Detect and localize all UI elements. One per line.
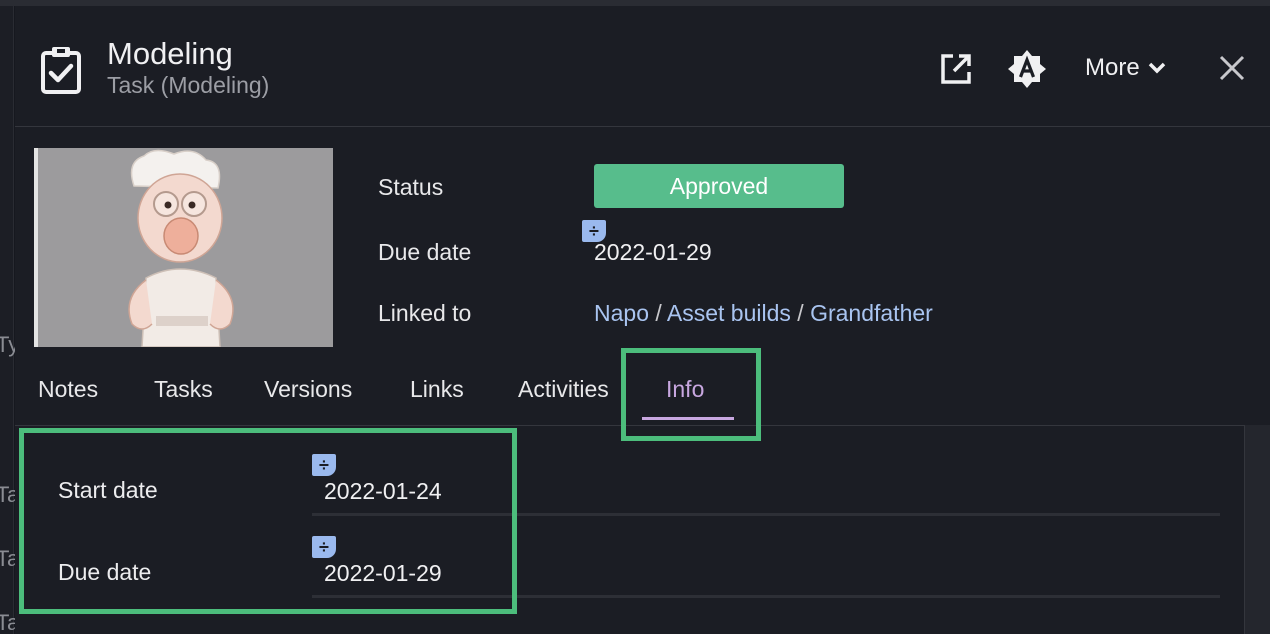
linked-to-breadcrumb: Napo / Asset builds / Grandfather: [594, 300, 933, 327]
auto-badge-button[interactable]: [1007, 48, 1047, 90]
task-thumbnail[interactable]: [34, 148, 333, 347]
open-external-button[interactable]: [937, 50, 975, 88]
status-badge[interactable]: Approved: [594, 164, 844, 208]
tab-tasks[interactable]: Tasks: [154, 376, 213, 403]
linked-to-label: Linked to: [378, 300, 472, 326]
scrollbar[interactable]: [1244, 425, 1270, 634]
badge-a-icon: [1008, 50, 1046, 88]
info-tab-highlight-box: [621, 348, 761, 441]
date-fields-highlight-box: [19, 428, 517, 614]
tab-notes[interactable]: Notes: [38, 376, 98, 403]
more-menu-button[interactable]: More: [1085, 50, 1166, 86]
due-date-label: Due date: [378, 239, 472, 265]
due-date-value: 2022-01-29: [594, 239, 712, 265]
panel-header: Modeling Task (Modeling) More: [15, 6, 1270, 127]
page-subtitle: Task (Modeling): [107, 72, 270, 98]
tab-links[interactable]: Links: [410, 376, 464, 403]
close-icon: [1219, 55, 1245, 81]
link-asset[interactable]: Grandfather: [810, 300, 933, 326]
tab-activities[interactable]: Activities: [518, 376, 609, 403]
task-sidebar-panel: Modeling Task (Modeling) More Status App…: [15, 6, 1270, 634]
status-label: Status: [378, 174, 444, 200]
close-button[interactable]: [1215, 50, 1249, 86]
link-project[interactable]: Napo: [594, 300, 649, 326]
tab-versions[interactable]: Versions: [264, 376, 352, 403]
breadcrumb-separator: /: [655, 300, 662, 326]
tab-bar: Notes Tasks Versions Links Activities In…: [15, 348, 1270, 441]
page-title: Modeling: [107, 36, 233, 71]
more-label: More: [1085, 54, 1140, 81]
chevron-down-icon: [1148, 62, 1165, 74]
background-list-strip: Ty Ta Ta Ta: [0, 6, 19, 634]
breadcrumb-separator: /: [797, 300, 804, 326]
open-external-icon: [941, 54, 971, 84]
task-clipboard-icon: [41, 47, 81, 94]
link-folder[interactable]: Asset builds: [667, 300, 791, 326]
character-thumbnail-image: [34, 148, 333, 347]
